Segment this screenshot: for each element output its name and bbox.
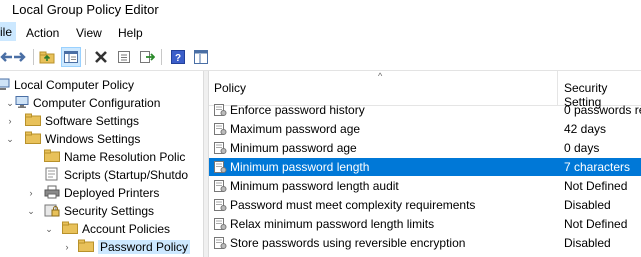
toolbar-separator: [33, 49, 34, 65]
policy-value: Not Defined: [564, 179, 628, 193]
policy-name: Minimum password length: [230, 160, 370, 174]
policy-value: 7 characters: [564, 160, 631, 174]
policy-name: Maximum password age: [230, 122, 361, 136]
policy-setting-icon: [213, 122, 227, 139]
svg-text:?: ?: [175, 53, 181, 64]
chevron-down-icon[interactable]: ⌄: [26, 206, 36, 217]
policy-setting-icon: [213, 160, 227, 177]
folder-icon: [62, 221, 78, 237]
policy-row[interactable]: Store passwords using reversible encrypt…: [209, 234, 641, 252]
chevron-right-icon[interactable]: ›: [26, 188, 36, 198]
policy-name: Minimum password age: [230, 141, 357, 155]
folder-icon: [25, 131, 41, 147]
policy-setting-icon: [213, 141, 227, 158]
tree-item-label: Name Resolution Polic: [64, 150, 186, 164]
tree-item-label: Windows Settings: [45, 132, 141, 146]
computer-icon: [15, 95, 29, 112]
policy-setting-icon: [213, 236, 227, 253]
up-folder-icon[interactable]: [37, 47, 57, 67]
extended-view-icon[interactable]: [191, 47, 211, 67]
tree-item-label: Scripts (Startup/Shutdo: [64, 168, 189, 182]
policy-setting-icon: [213, 103, 227, 120]
policy-setting-icon: [213, 198, 227, 215]
policy-row[interactable]: Minimum password length audit Not Define…: [209, 177, 641, 195]
tree-item-label: Account Policies: [82, 222, 171, 236]
policy-name: Relax minimum password length limits: [230, 217, 435, 231]
column-header-policy[interactable]: Policy: [214, 81, 246, 95]
sort-up-icon: ^: [378, 71, 383, 81]
console-tree[interactable]: Local Computer Policy ⌄ Computer Configu…: [0, 71, 203, 257]
policy-row[interactable]: Maximum password age 42 days: [209, 120, 641, 138]
folder-icon: [25, 113, 41, 129]
computer-policy-icon: [0, 77, 10, 94]
properties-icon[interactable]: [114, 47, 134, 67]
help-icon[interactable]: ?: [168, 47, 188, 67]
script-icon: [44, 167, 60, 184]
tree-item-label: Computer Configuration: [33, 96, 161, 110]
chevron-right-icon[interactable]: ›: [5, 116, 15, 126]
chevron-down-icon[interactable]: ⌄: [5, 98, 15, 109]
tree-item-security-settings[interactable]: ⌄ Security Settings: [26, 202, 154, 220]
tree-item-computer-configuration[interactable]: ⌄ Computer Configuration: [5, 94, 160, 112]
export-list-icon[interactable]: [137, 47, 157, 67]
security-icon: [44, 203, 60, 220]
column-divider[interactable]: [557, 71, 558, 105]
policy-value: 42 days: [564, 122, 607, 136]
delete-icon[interactable]: [91, 47, 111, 67]
show-hide-tree-icon[interactable]: [61, 47, 81, 67]
tree-item-name-resolution-policy[interactable]: Name Resolution Polic: [44, 148, 185, 166]
tree-item-windows-settings[interactable]: ⌄ Windows Settings: [5, 130, 140, 148]
menu-view[interactable]: View: [72, 25, 106, 41]
policy-value: Not Defined: [564, 217, 628, 231]
toolbar-separator: [161, 49, 162, 65]
toolbar: ?: [0, 44, 641, 71]
policy-row-selected[interactable]: Minimum password length 7 characters: [209, 158, 641, 176]
tree-item-local-computer-policy[interactable]: Local Computer Policy: [0, 76, 134, 94]
window-title: Local Group Policy Editor: [12, 2, 159, 17]
printer-icon: [44, 185, 60, 202]
menu-action[interactable]: Action: [22, 25, 63, 41]
tree-item-deployed-printers[interactable]: › Deployed Printers: [26, 184, 159, 202]
tree-item-password-policy[interactable]: › Password Policy: [62, 238, 191, 256]
tree-item-software-settings[interactable]: › Software Settings: [5, 112, 139, 130]
chevron-down-icon[interactable]: ⌄: [5, 134, 15, 145]
forward-arrow-icon[interactable]: [10, 47, 30, 67]
policy-name: Password must meet complexity requiremen…: [230, 198, 476, 212]
policy-row[interactable]: Minimum password age 0 days: [209, 139, 641, 157]
policy-value: 0 days: [564, 141, 600, 155]
title-bar: Local Group Policy Editor: [0, 0, 641, 22]
tree-item-label: Local Computer Policy: [14, 78, 135, 92]
policy-value: Disabled: [564, 198, 611, 212]
policy-name: Store passwords using reversible encrypt…: [230, 236, 466, 250]
menu-help[interactable]: Help: [114, 25, 147, 41]
tree-item-label: Software Settings: [45, 114, 140, 128]
policy-value: 0 passwords re: [564, 103, 641, 117]
policy-value: Disabled: [564, 236, 611, 250]
policy-row[interactable]: Password must meet complexity requiremen…: [209, 196, 641, 214]
toolbar-separator: [85, 49, 86, 65]
tree-item-label: Password Policy: [98, 240, 191, 254]
policy-setting-icon: [213, 217, 227, 234]
folder-icon: [44, 149, 60, 165]
tree-item-account-policies[interactable]: ⌄ Account Policies: [44, 220, 170, 238]
policy-row[interactable]: Relax minimum password length limits Not…: [209, 215, 641, 233]
chevron-down-icon[interactable]: ⌄: [44, 224, 54, 235]
policy-row[interactable]: Enforce password history 0 passwords re: [209, 101, 641, 119]
policy-setting-icon: [213, 179, 227, 196]
tree-item-label: Deployed Printers: [64, 186, 160, 200]
menu-file[interactable]: ile: [0, 22, 17, 41]
policy-name: Minimum password length audit: [230, 179, 399, 193]
details-pane: ^ Policy Security Setting Enforce passwo…: [209, 71, 641, 257]
policy-name: Enforce password history: [230, 103, 365, 117]
folder-icon: [78, 239, 94, 255]
chevron-right-icon[interactable]: ›: [62, 242, 72, 252]
tree-item-label: Security Settings: [64, 204, 155, 218]
menu-bar: ile Action View Help: [0, 22, 641, 44]
tree-item-scripts[interactable]: Scripts (Startup/Shutdo: [44, 166, 188, 184]
